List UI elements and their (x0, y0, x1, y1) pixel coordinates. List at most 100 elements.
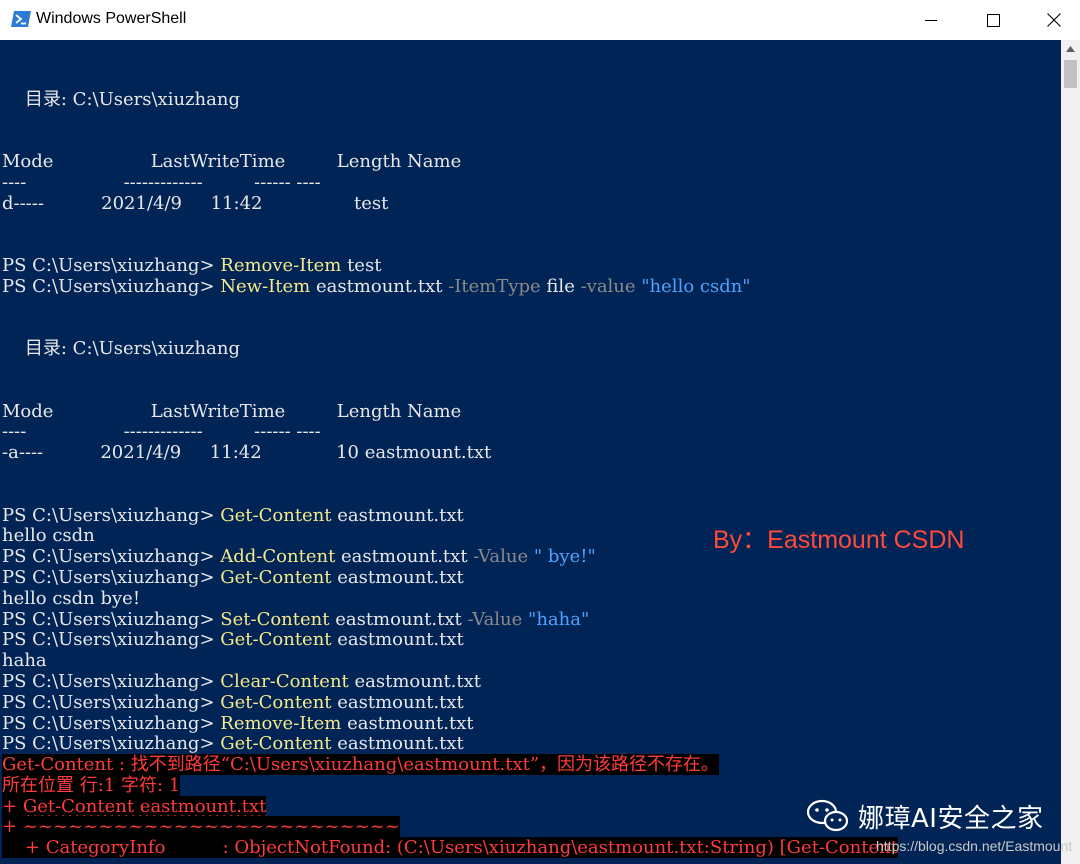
console-text: + (2, 795, 23, 817)
console-line: ---- ------------- ------ ---- (2, 421, 898, 443)
console-text: "haha" (528, 608, 590, 630)
console-text: eastmount.txt (335, 546, 474, 568)
console-text: haha (2, 650, 47, 672)
console-text: " bye!" (533, 546, 596, 568)
minimize-button[interactable] (900, 0, 962, 40)
console-text: PS C:\Users\xiuzhang> (2, 504, 221, 526)
console-text: eastmount.txt (310, 275, 449, 297)
console-line: PS C:\Users\xiuzhang> Clear-Content east… (2, 670, 898, 693)
console-line: ---- ------------- ------ ---- (2, 172, 898, 194)
console-text: eastmount.txt (329, 608, 468, 630)
console-line: + Get-Content eastmount.txt (2, 795, 898, 818)
console-text: eastmount.txt (331, 733, 464, 755)
console-text: Add-Content (220, 546, 336, 568)
console-text: PS C:\Users\xiuzhang> (2, 254, 221, 276)
console-line: d----- 2021/4/9 11:42 test (2, 192, 898, 215)
console-text: test (341, 254, 382, 276)
wechat-icon (806, 799, 850, 833)
console-text: Clear-Content (220, 670, 349, 692)
console-text: Remove-Item (220, 254, 342, 276)
console-text: Get-Content (220, 504, 332, 526)
blog-watermark: https://blog.csdn.net/Eastmount (876, 838, 1073, 854)
console-text: file (540, 275, 581, 297)
console-text: eastmount.txt (348, 670, 482, 692)
console-text: -value (580, 275, 636, 297)
wechat-watermark: 娜璋AI安全之家 (806, 798, 1043, 834)
console-text: 目录: C:\Users\xiuzhang (2, 338, 240, 360)
console-text: PS C:\Users\xiuzhang> (2, 733, 221, 755)
console-line: 目录: C:\Users\xiuzhang (2, 338, 898, 360)
console-text: Remove-Item (220, 712, 342, 734)
console-line: PS C:\Users\xiuzhang> Get-Content eastmo… (2, 629, 898, 651)
console-text: hello csdn bye! (2, 587, 141, 609)
console-text: eastmount.txt (331, 691, 464, 713)
console-line: 所在位置 行:1 字符: 1 (2, 774, 898, 797)
console-line: PS C:\Users\xiuzhang> Remove-Item test (2, 254, 898, 277)
console-line: PS C:\Users\xiuzhang> New-Item eastmount… (2, 275, 898, 298)
title-bar: Windows PowerShell (0, 0, 1080, 40)
console-line: + ~~~~~~~~~~~~~~~~~~~~~~~~~ (2, 816, 898, 838)
window-title: Windows PowerShell (36, 10, 187, 27)
console-line: 目录: C:\Users\xiuzhang (2, 88, 898, 111)
console-text: PS C:\Users\xiuzhang> (2, 670, 221, 692)
scrollbar-thumb[interactable] (1064, 60, 1077, 88)
powershell-icon (11, 10, 31, 28)
console-text: ~~~~~~~~~~~~~~~~~~~~~~~~~ (22, 816, 400, 838)
console-text: Get-Content (220, 733, 332, 755)
author-banner: By：Eastmount CSDN (713, 526, 965, 554)
console-line: Mode LastWriteTime Length Name (2, 150, 898, 173)
console-text: eastmount.txt (331, 629, 464, 651)
console-output: 目录: C:\Users\xiuzhang Mode LastWriteTime … (2, 48, 898, 859)
console-text: PS C:\Users\xiuzhang> (2, 608, 221, 630)
console-text: PS C:\Users\xiuzhang> (2, 275, 221, 297)
console-line: PS C:\Users\xiuzhang> Get-Content eastmo… (2, 566, 898, 589)
console-text: -Value (473, 546, 529, 568)
console-text: Mode LastWriteTime Length Name (2, 150, 462, 172)
console-line: PS C:\Users\xiuzhang> Set-Content eastmo… (2, 608, 898, 631)
console-text: 目录: C:\Users\xiuzhang (2, 88, 240, 110)
console-text: -ItemType (448, 275, 541, 297)
console-text: Get-Content : 找不到路径“C:\Users\xiuzhang\ea… (2, 754, 720, 776)
console-text: Get-Content (220, 691, 332, 713)
console-text: PS C:\Users\xiuzhang> (2, 546, 221, 568)
console-text: Mode LastWriteTime Length Name (2, 400, 462, 422)
console-text: New-Item (220, 275, 311, 297)
console-text: + CategoryInfo : ObjectNotFound: (C:\Use… (2, 837, 898, 859)
console-text: "hello csdn" (641, 275, 751, 297)
console-text: PS C:\Users\xiuzhang> (2, 566, 221, 588)
close-button[interactable] (1023, 0, 1080, 40)
console-text: 所在位置 行:1 字符: 1 (2, 774, 181, 796)
console-line: + CategoryInfo : ObjectNotFound: (C:\Use… (2, 837, 898, 859)
console-line: -a---- 2021/4/9 11:42 10 eastmount.txt (2, 442, 898, 464)
console-text: PS C:\Users\xiuzhang> (2, 691, 221, 713)
console-text: Get-Content (220, 629, 332, 651)
close-icon (1047, 13, 1061, 27)
console-line: haha (2, 650, 898, 672)
minimize-icon (925, 14, 937, 26)
vertical-scrollbar[interactable] (1061, 40, 1080, 864)
watermark-name: 娜璋AI安全之家 (858, 803, 1044, 834)
maximize-icon (986, 13, 1000, 27)
console-line: PS C:\Users\xiuzhang> Get-Content eastmo… (2, 691, 898, 714)
maximize-button[interactable] (962, 0, 1024, 40)
console-text: eastmount.txt (341, 712, 474, 734)
console-line: PS C:\Users\xiuzhang> Remove-Item eastmo… (2, 712, 898, 735)
console-text: Get-Content (220, 566, 332, 588)
console-line: Mode LastWriteTime Length Name (2, 400, 898, 423)
console-text: Set-Content (220, 608, 330, 630)
console-text: Get-Content eastmount.txt (22, 795, 267, 817)
console-text: d----- 2021/4/9 11:42 test (2, 192, 389, 214)
console-line: hello csdn bye! (2, 587, 898, 610)
scroll-up-arrow-icon[interactable] (1061, 40, 1080, 58)
